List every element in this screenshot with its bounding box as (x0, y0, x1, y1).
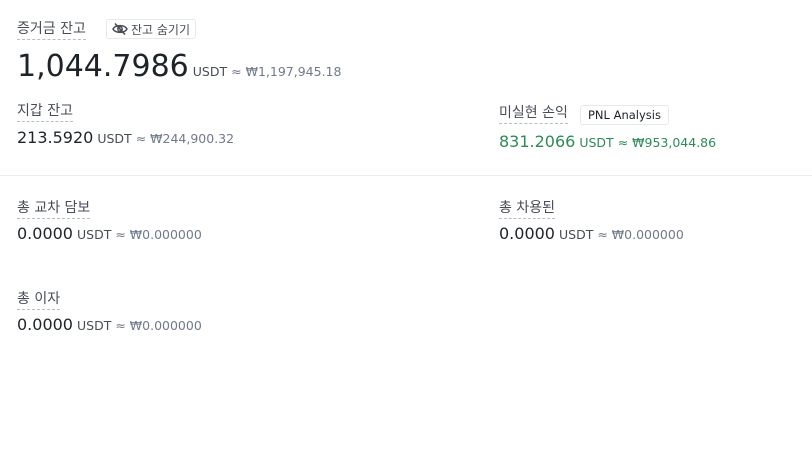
section-divider (0, 175, 812, 176)
total-borrowed-label[interactable]: 총 차용된 (499, 199, 555, 219)
wallet-balance-label[interactable]: 지갑 잔고 (17, 102, 73, 122)
margin-balance-label[interactable]: 증거금 잔고 (17, 20, 86, 40)
balance-overview: 증거금 잔고 잔고 숨기기 1,044.7986 USDT ≈ ₩1,197,9… (0, 0, 812, 461)
eye-slash-icon (112, 22, 128, 36)
wallet-balance-unit: USDT (97, 131, 132, 146)
unrealized-pnl-unit: USDT (579, 135, 614, 150)
total-interest-label[interactable]: 총 이자 (17, 290, 61, 310)
margin-balance-value-row: 1,044.7986 USDT ≈ ₩1,197,945.18 (17, 49, 341, 84)
margin-balance-unit: USDT (192, 64, 228, 79)
total-interest-value: 0.0000 (17, 315, 73, 334)
hide-balance-button[interactable]: 잔고 숨기기 (106, 19, 197, 39)
total-cross-collateral-approx: ≈ ₩0.000000 (115, 227, 202, 242)
total-cross-collateral-value: 0.0000 (17, 224, 73, 243)
unrealized-pnl-value-row: 831.2066 USDT ≈ ₩953,044.86 (499, 132, 716, 151)
margin-balance-approx: ≈ ₩1,197,945.18 (231, 64, 342, 79)
unrealized-pnl-approx: ≈ ₩953,044.86 (617, 135, 717, 150)
pnl-analysis-button[interactable]: PNL Analysis (580, 105, 669, 125)
total-borrowed-approx: ≈ ₩0.000000 (597, 227, 684, 242)
wallet-balance-value-row: 213.5920 USDT ≈ ₩244,900.32 (17, 128, 234, 147)
wallet-balance-approx: ≈ ₩244,900.32 (135, 131, 235, 146)
total-cross-collateral-value-row: 0.0000 USDT ≈ ₩0.000000 (17, 224, 202, 243)
total-cross-collateral-unit: USDT (76, 227, 112, 242)
total-interest-approx: ≈ ₩0.000000 (115, 318, 202, 333)
total-borrowed-unit: USDT (558, 227, 594, 242)
total-borrowed-value-row: 0.0000 USDT ≈ ₩0.000000 (499, 224, 684, 243)
total-borrowed-value: 0.0000 (499, 224, 555, 243)
unrealized-pnl-label[interactable]: 미실현 손익 (499, 104, 568, 124)
unrealized-pnl-value: 831.2066 (499, 132, 576, 151)
wallet-balance-value: 213.5920 (17, 128, 94, 147)
total-interest-value-row: 0.0000 USDT ≈ ₩0.000000 (17, 315, 202, 334)
total-interest-unit: USDT (76, 318, 112, 333)
total-cross-collateral-label[interactable]: 총 교차 담보 (17, 199, 91, 219)
hide-balance-label: 잔고 숨기기 (131, 22, 191, 37)
margin-balance-value: 1,044.7986 (17, 49, 189, 84)
